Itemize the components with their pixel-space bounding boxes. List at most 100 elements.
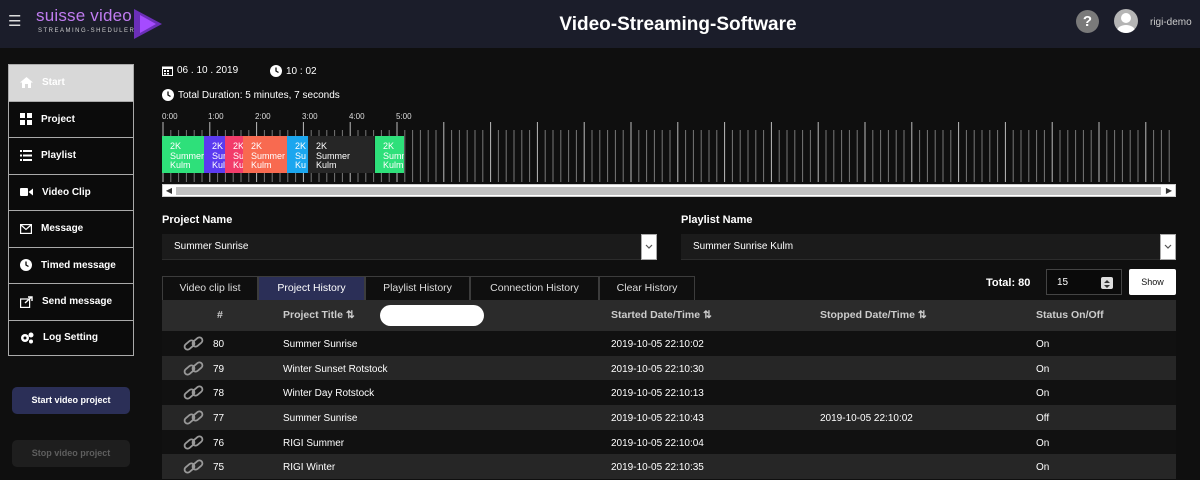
timeline-clip[interactable]: 2K Su Ku <box>287 136 308 173</box>
cell-started: 2019-10-05 22:10:13 <box>611 388 704 400</box>
column-header-started[interactable]: Started Date/Time ⇅ <box>611 309 712 321</box>
playlist-name-select[interactable]: Summer Sunrise Kulm <box>681 234 1176 260</box>
sidebar-item-label: Video Clip <box>42 186 91 198</box>
sidebar-item-timed-message[interactable]: Timed message <box>8 246 134 283</box>
cell-id: 76 <box>213 437 225 449</box>
chevron-down-icon[interactable] <box>641 234 657 260</box>
tab-project-history[interactable]: Project History <box>258 276 365 300</box>
link-icon[interactable] <box>182 359 206 379</box>
scroll-right-icon[interactable]: ▶ <box>1163 185 1175 197</box>
cell-title: Summer Sunrise <box>283 413 358 425</box>
clock-icon <box>270 65 282 77</box>
cell-title: RIGI Winter <box>283 462 336 474</box>
cell-status: On <box>1036 363 1050 375</box>
sort-icon[interactable]: ⇅ <box>703 309 712 321</box>
sidebar-item-log-setting[interactable]: Log Setting <box>8 319 134 356</box>
scrollbar-thumb[interactable] <box>176 187 1161 195</box>
cell-id: 79 <box>213 363 225 375</box>
cell-title: Summer Sunrise <box>283 339 358 350</box>
tab-connection-history[interactable]: Connection History <box>470 276 599 300</box>
scroll-left-icon[interactable]: ◀ <box>163 185 175 197</box>
link-icon[interactable] <box>182 383 206 403</box>
column-header-stopped[interactable]: Stopped Date/Time ⇅ <box>820 309 927 321</box>
timeline-clip[interactable]: 2K Summer Kulm <box>243 136 287 173</box>
link-icon[interactable] <box>182 408 206 428</box>
tab-clear-history[interactable]: Clear History <box>599 276 695 300</box>
tab-video-clip-list[interactable]: Video clip list <box>162 276 258 300</box>
sort-icon[interactable]: ⇅ <box>918 309 927 321</box>
help-button[interactable]: ? <box>1076 10 1099 33</box>
stepper-arrows-icon[interactable] <box>1101 277 1113 289</box>
avatar[interactable] <box>1114 9 1138 33</box>
home-icon <box>20 77 33 89</box>
table-row[interactable]: 75 RIGI Winter 2019-10-05 22:10:35 On <box>162 454 1176 480</box>
show-button[interactable]: Show <box>1129 269 1176 295</box>
table-row[interactable]: 77 Summer Sunrise 2019-10-05 22:10:43 20… <box>162 405 1176 430</box>
chevron-down-icon[interactable] <box>1160 234 1176 260</box>
timeline-label: 3:00 <box>302 112 318 121</box>
table-row[interactable]: 79 Winter Sunset Rotstock 2019-10-05 22:… <box>162 355 1176 381</box>
sidebar-item-label: Message <box>41 223 84 235</box>
table-body: 80 Summer Sunrise 2019-10-05 22:10:02 On… <box>162 331 1176 480</box>
sort-icon[interactable]: ⇅ <box>346 309 355 321</box>
clock-icon <box>162 89 174 101</box>
video-camera-icon <box>20 188 33 197</box>
app-title: Video-Streaming-Software <box>559 14 797 35</box>
project-name-label: Project Name <box>162 214 233 226</box>
search-input[interactable] <box>380 305 484 326</box>
sidebar-item-project[interactable]: Project <box>8 100 134 137</box>
link-icon[interactable] <box>182 457 206 477</box>
cell-title: Winter Day Rotstock <box>283 388 375 400</box>
sidebar-item-playlist[interactable]: Playlist <box>8 137 134 174</box>
cell-stopped: 2019-10-05 22:10:02 <box>820 413 913 425</box>
sidebar-item-video-clip[interactable]: Video Clip <box>8 173 134 210</box>
table-header: # Project Title ⇅ Started Date/Time ⇅ St… <box>162 300 1176 331</box>
playlist-name-label: Playlist Name <box>681 214 753 226</box>
timeline-scrollbar[interactable]: ◀ ▶ <box>162 184 1176 197</box>
cell-title: RIGI Summer <box>283 437 345 449</box>
sidebar-item-label: Project <box>41 113 75 125</box>
timeline-clip[interactable]: 2K Sum Kul <box>204 136 225 173</box>
table-row[interactable]: 78 Winter Day Rotstock 2019-10-05 22:10:… <box>162 380 1176 406</box>
timeline-clip[interactable]: 2K Su Ku <box>225 136 243 173</box>
page-size-stepper[interactable]: 15 <box>1046 269 1122 295</box>
username[interactable]: rigi-demo <box>1150 17 1192 28</box>
cell-started: 2019-10-05 22:10:43 <box>611 413 704 425</box>
project-name-value: Summer Sunrise <box>174 241 249 252</box>
timeline-clip[interactable]: 2K Summer Kulm <box>308 136 374 173</box>
project-name-select[interactable]: Summer Sunrise <box>162 234 657 260</box>
timeline-clip[interactable]: 2K Summer Kulm <box>375 136 404 173</box>
link-icon[interactable] <box>182 334 206 354</box>
table-row[interactable]: 80 Summer Sunrise 2019-10-05 22:10:02 On <box>162 331 1176 356</box>
column-header-label: Stopped Date/Time <box>820 309 915 321</box>
timeline[interactable]: 0:00 1:00 2:00 3:00 4:00 5:00 2K Summer … <box>162 112 1176 198</box>
cell-started: 2019-10-05 22:10:04 <box>611 437 704 449</box>
column-header-title[interactable]: Project Title ⇅ <box>283 309 355 321</box>
start-video-project-button[interactable]: Start video project <box>12 387 130 414</box>
calendar-icon <box>162 66 173 76</box>
sidebar-item-message[interactable]: Message <box>8 210 134 247</box>
top-bar: ☰ suisse video STREAMING-SHEDULER Video-… <box>0 0 1200 48</box>
column-header-id[interactable]: # <box>217 309 223 321</box>
cell-id: 77 <box>213 413 225 425</box>
timeline-label: 1:00 <box>208 112 224 121</box>
cell-status: Off <box>1036 413 1050 425</box>
total-duration-text: Total Duration: 5 minutes, 7 seconds <box>178 89 340 101</box>
sidebar: Start Project Playlist Video Clip Messag… <box>8 64 134 356</box>
sidebar-item-start[interactable]: Start <box>8 64 134 101</box>
total-count: Total: 80 <box>986 277 1031 289</box>
timeline-label: 2:00 <box>255 112 271 121</box>
sidebar-item-label: Log Setting <box>43 332 98 344</box>
time-display: 10 : 02 <box>270 65 317 77</box>
link-icon[interactable] <box>182 433 206 453</box>
cell-status: On <box>1036 462 1050 474</box>
timeline-label: 4:00 <box>349 112 365 121</box>
sidebar-item-send-message[interactable]: Send message <box>8 283 134 320</box>
timeline-clip[interactable]: 2K Summer Kulm <box>162 136 204 173</box>
stop-video-project-button[interactable]: Stop video project <box>12 440 130 467</box>
column-header-status[interactable]: Status On/Off <box>1036 309 1104 321</box>
tab-playlist-history[interactable]: Playlist History <box>365 276 470 300</box>
table-row[interactable]: 76 RIGI Summer 2019-10-05 22:10:04 On <box>162 429 1176 455</box>
project-history-table: # Project Title ⇅ Started Date/Time ⇅ St… <box>162 300 1176 480</box>
cell-status: On <box>1036 339 1050 350</box>
